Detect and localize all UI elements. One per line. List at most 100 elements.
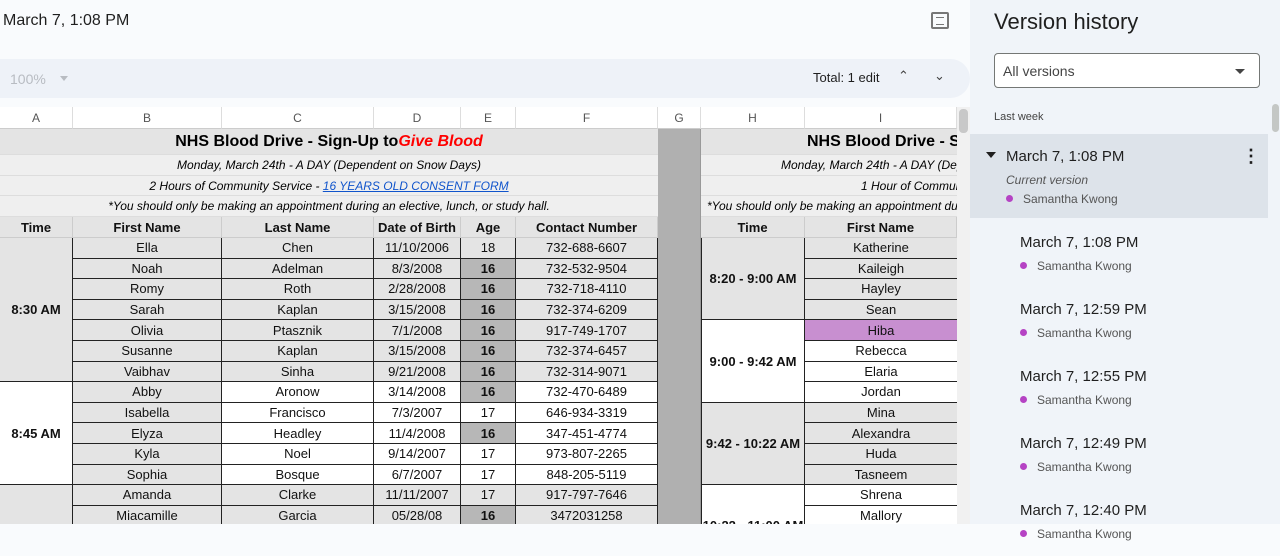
version-item[interactable]: March 7, 1:08 PM Samantha Kwong — [970, 228, 1268, 288]
last-name-cell[interactable]: Headley — [222, 423, 374, 444]
contact-number-cell[interactable]: 732-374-6457 — [516, 341, 658, 362]
first-name-cell[interactable]: Isabella — [73, 402, 222, 424]
version-filter-select[interactable]: All versions — [994, 53, 1260, 88]
date-of-birth-cell[interactable]: 11/11/2007 — [374, 485, 461, 506]
contact-number-cell[interactable]: 3472031258 — [516, 505, 658, 524]
age-cell[interactable]: 16 — [461, 382, 516, 403]
date-of-birth-cell[interactable]: 3/15/2008 — [374, 341, 461, 362]
consent-form-link[interactable]: 16 YEARS OLD CONSENT FORM — [323, 179, 509, 193]
first-name-cell[interactable]: Miacamille — [73, 505, 222, 524]
last-name-cell[interactable]: Aronow — [222, 382, 374, 403]
last-name-cell[interactable]: Clarke — [222, 485, 374, 506]
first-name-cell[interactable]: Katherine — [805, 238, 957, 259]
date-of-birth-cell[interactable]: 9/14/2007 — [374, 444, 461, 465]
more-options-icon[interactable]: ⋮ — [1242, 146, 1260, 167]
last-name-cell[interactable]: Noel — [222, 444, 374, 465]
first-name-cell[interactable]: Abby — [73, 382, 222, 403]
first-name-cell[interactable]: Shrena — [805, 485, 957, 506]
first-name-cell[interactable]: Rebecca — [805, 341, 957, 362]
comment-icon[interactable] — [931, 12, 949, 29]
first-name-cell[interactable]: Kyla — [73, 444, 222, 465]
column-header-B[interactable]: B — [73, 107, 222, 129]
contact-number-cell[interactable]: 732-532-9504 — [516, 258, 658, 280]
age-cell[interactable]: 16 — [461, 341, 516, 362]
last-name-cell[interactable]: Roth — [222, 279, 374, 300]
date-of-birth-cell[interactable]: 2/28/2008 — [374, 279, 461, 300]
first-name-cell[interactable]: Hiba — [805, 320, 957, 341]
age-cell[interactable]: 16 — [461, 423, 516, 444]
age-cell[interactable]: 16 — [461, 361, 516, 383]
date-of-birth-cell[interactable]: 6/7/2007 — [374, 464, 461, 486]
contact-number-cell[interactable]: 347-451-4774 — [516, 423, 658, 444]
column-header-G[interactable]: G — [658, 107, 701, 129]
age-cell[interactable]: 16 — [461, 258, 516, 280]
age-cell[interactable]: 16 — [461, 505, 516, 524]
age-cell[interactable]: 16 — [461, 299, 516, 321]
first-name-cell[interactable]: Romy — [73, 279, 222, 300]
column-header-D[interactable]: D — [374, 107, 461, 129]
last-name-cell[interactable]: Kaplan — [222, 299, 374, 321]
contact-number-cell[interactable]: 917-749-1707 — [516, 320, 658, 341]
last-name-cell[interactable]: Chen — [222, 238, 374, 259]
column-header-H[interactable]: H — [701, 107, 805, 129]
first-name-cell[interactable]: Noah — [73, 258, 222, 280]
age-cell[interactable]: 18 — [461, 238, 516, 259]
date-of-birth-cell[interactable]: 9/21/2008 — [374, 361, 461, 383]
column-header-E[interactable]: E — [461, 107, 516, 129]
version-item[interactable]: March 7, 12:59 PM Samantha Kwong — [970, 295, 1268, 355]
first-name-cell[interactable]: Elyza — [73, 423, 222, 444]
last-name-cell[interactable]: Bosque — [222, 464, 374, 486]
date-of-birth-cell[interactable]: 3/15/2008 — [374, 299, 461, 321]
first-name-cell[interactable]: Mina — [805, 402, 957, 424]
first-name-cell[interactable]: Jordan — [805, 382, 957, 403]
date-of-birth-cell[interactable]: 3/14/2008 — [374, 382, 461, 403]
contact-number-cell[interactable]: 973-807-2265 — [516, 444, 658, 465]
last-name-cell[interactable]: Francisco — [222, 402, 374, 424]
age-cell[interactable]: 17 — [461, 464, 516, 486]
last-name-cell[interactable]: Sinha — [222, 361, 374, 383]
version-item[interactable]: March 7, 12:55 PM Samantha Kwong — [970, 362, 1268, 422]
column-header-I[interactable]: I — [805, 107, 957, 129]
column-header-A[interactable]: A — [0, 107, 73, 129]
next-edit-button[interactable]: ⌄ — [934, 68, 945, 84]
first-name-cell[interactable]: Alexandra — [805, 423, 957, 444]
first-name-cell[interactable]: Sarah — [73, 299, 222, 321]
first-name-cell[interactable]: Sophia — [73, 464, 222, 486]
date-of-birth-cell[interactable]: 05/28/08 — [374, 505, 461, 524]
last-name-cell[interactable]: Adelman — [222, 258, 374, 280]
age-cell[interactable]: 16 — [461, 320, 516, 341]
age-cell[interactable]: 16 — [461, 279, 516, 300]
last-name-cell[interactable]: Garcia — [222, 505, 374, 524]
age-cell[interactable]: 17 — [461, 485, 516, 506]
version-item[interactable]: March 7, 12:40 PM Samantha Kwong — [970, 496, 1268, 556]
contact-number-cell[interactable]: 732-718-4110 — [516, 279, 658, 300]
version-item[interactable]: March 7, 12:49 PM Samantha Kwong — [970, 429, 1268, 489]
age-cell[interactable]: 17 — [461, 444, 516, 465]
column-header-C[interactable]: C — [222, 107, 374, 129]
contact-number-cell[interactable]: 732-470-6489 — [516, 382, 658, 403]
column-header-F[interactable]: F — [516, 107, 658, 129]
spreadsheet-grid[interactable]: A B C D E F G H I NHS Blood Drive - Sign-Up to Gi… — [0, 107, 957, 524]
first-name-cell[interactable]: Mallory — [805, 505, 957, 524]
zoom-select[interactable]: 100% — [10, 71, 46, 87]
expand-caret-icon[interactable] — [986, 152, 996, 163]
first-name-cell[interactable]: Hayley — [805, 279, 957, 300]
sheet-scrollbar[interactable] — [957, 107, 970, 524]
date-of-birth-cell[interactable]: 8/3/2008 — [374, 258, 461, 280]
first-name-cell[interactable]: Tasneem — [805, 464, 957, 486]
contact-number-cell[interactable]: 732-314-9071 — [516, 361, 658, 383]
first-name-cell[interactable]: Elaria — [805, 361, 957, 383]
first-name-cell[interactable]: Ella — [73, 238, 222, 259]
date-of-birth-cell[interactable]: 7/1/2008 — [374, 320, 461, 341]
date-of-birth-cell[interactable]: 7/3/2007 — [374, 402, 461, 424]
contact-number-cell[interactable]: 732-688-6607 — [516, 238, 658, 259]
date-of-birth-cell[interactable]: 11/10/2006 — [374, 238, 461, 259]
contact-number-cell[interactable]: 646-934-3319 — [516, 402, 658, 424]
contact-number-cell[interactable]: 848-205-5119 — [516, 464, 658, 486]
first-name-cell[interactable]: Olivia — [73, 320, 222, 341]
first-name-cell[interactable]: Vaibhav — [73, 361, 222, 383]
first-name-cell[interactable]: Susanne — [73, 341, 222, 362]
first-name-cell[interactable]: Sean — [805, 299, 957, 321]
last-name-cell[interactable]: Ptasznik — [222, 320, 374, 341]
age-cell[interactable]: 17 — [461, 402, 516, 424]
